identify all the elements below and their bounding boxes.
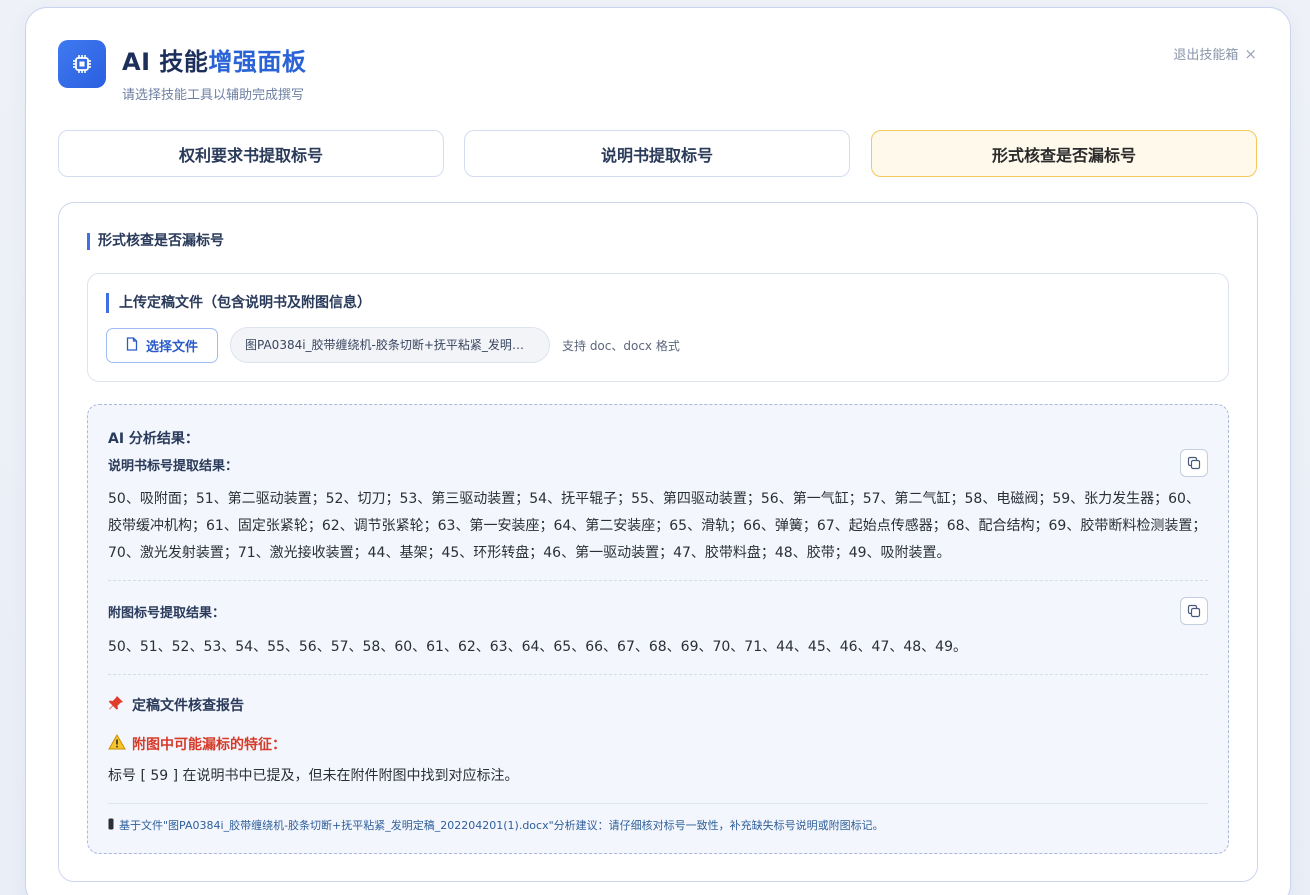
title-plain: AI 技能 (122, 48, 209, 76)
copy-icon (1187, 456, 1201, 470)
page-title: AI 技能增强面板 (122, 42, 306, 77)
pushpin-icon (108, 695, 124, 715)
exit-label: 退出技能箱 (1173, 48, 1239, 63)
format-hint: 支持 doc、docx 格式 (562, 339, 680, 353)
page-subtitle: 请选择技能工具以辅助完成撰写 (122, 88, 305, 103)
footer-note-text: 基于文件"图PA0384i_胶带缠绕机-胶条切断+抚平粘紧_发明定稿_20220… (119, 819, 884, 832)
copy-icon (1187, 604, 1201, 618)
warning-title: 附图中可能漏标的特征： (108, 733, 286, 754)
report-title-label: 定稿文件核查报告 (132, 698, 244, 714)
divider (108, 674, 1208, 675)
spec-result-label: 说明书标号提取结果： (108, 459, 239, 474)
upload-card: 上传定稿文件（包含说明书及附图信息） 选择文件 图PA0384i_胶带缠绕机-胶… (87, 273, 1229, 382)
divider (108, 580, 1208, 581)
choose-file-label: 选择文件 (145, 340, 198, 355)
skill-panel: AI 技能增强面板 请选择技能工具以辅助完成撰写 退出技能箱 × 权利要求书提取… (25, 7, 1291, 895)
warning-text: 标号 [ 59 ] 在说明书中已提及，但未在附件附图中找到对应标注。 (108, 768, 519, 784)
report-title: 定稿文件核查报告 (108, 695, 244, 715)
file-icon (126, 336, 138, 355)
bookmark-icon (108, 818, 114, 833)
chip-icon (58, 40, 106, 88)
ai-result-heading: AI 分析结果： (108, 431, 199, 447)
tab-missing-label-check[interactable]: 形式核查是否漏标号 (871, 130, 1257, 177)
content-card: 形式核查是否漏标号 上传定稿文件（包含说明书及附图信息） 选择文件 图PA038… (58, 202, 1258, 882)
selected-file-name: 图PA0384i_胶带缠绕机-胶条切断+抚平粘紧_发明定稿_202204201(… (230, 327, 550, 363)
drawing-result-text: 50、51、52、53、54、55、56、57、58、60、61、62、63、6… (108, 639, 967, 655)
spec-result-text: 50、吸附面；51、第二驱动装置；52、切刀；53、第三驱动装置；54、抚平辊子… (108, 491, 1207, 561)
skill-tabs: 权利要求书提取标号 说明书提取标号 形式核查是否漏标号 (58, 130, 1258, 178)
copy-drawing-button[interactable] (1180, 597, 1208, 625)
section-title: 形式核查是否漏标号 (87, 233, 224, 250)
exit-skillbox-button[interactable]: 退出技能箱 × (1173, 44, 1257, 64)
tab-claims-extract[interactable]: 权利要求书提取标号 (58, 130, 444, 177)
choose-file-button[interactable]: 选择文件 (106, 328, 218, 363)
ai-result-panel: AI 分析结果： 说明书标号提取结果： 50、吸附面；51、第二驱动装置；52、… (87, 404, 1229, 854)
footer-note: 基于文件"图PA0384i_胶带缠绕机-胶条切断+抚平粘紧_发明定稿_20220… (108, 817, 884, 833)
title-accent: 增强面板 (208, 48, 307, 76)
drawing-result-label: 附图标号提取结果： (108, 606, 226, 621)
close-icon: × (1244, 44, 1257, 63)
warning-icon (108, 733, 126, 754)
warning-title-label: 附图中可能漏标的特征： (132, 737, 286, 753)
tab-spec-extract[interactable]: 说明书提取标号 (464, 130, 850, 177)
copy-spec-button[interactable] (1180, 449, 1208, 477)
divider (108, 803, 1208, 804)
upload-title: 上传定稿文件（包含说明书及附图信息） (106, 293, 371, 313)
